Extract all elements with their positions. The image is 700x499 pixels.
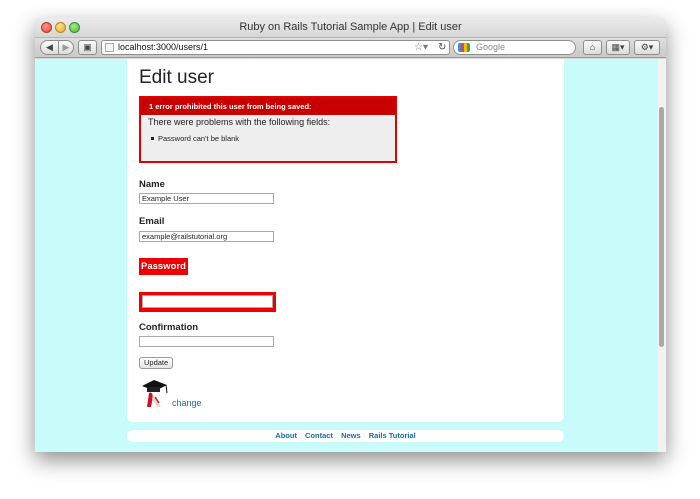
password-field-error-wrapper [139,292,276,312]
forward-arrow-icon: ▶ [62,42,70,52]
forward-button[interactable]: ▶ [58,40,74,55]
error-subheading: There were problems with the following f… [148,117,331,127]
footer: About Contact News Rails Tutorial [127,430,564,442]
plugin-icon: ⚙▾ [640,42,654,52]
url-text: localhost:3000/users/1 [118,42,209,52]
email-field[interactable]: example@railstutorial.org [139,231,274,242]
vertical-scrollbar[interactable] [658,59,666,452]
reader-button[interactable]: ▣ [78,40,97,55]
main-content: Edit user 1 error prohibited this user f… [127,59,564,422]
browser-toolbar: ◀ ▶ ▣ localhost:3000/users/1 ☆▾ ↻ Google… [35,38,666,58]
password-label: Password [139,258,188,275]
search-field[interactable]: Google ⌕ [453,40,589,55]
reload-icon[interactable]: ↻ [438,41,446,54]
page-viewport: Edit user 1 error prohibited this user f… [35,59,666,452]
avatar [142,380,168,407]
back-button[interactable]: ◀ [40,40,59,55]
google-icon [458,43,470,52]
title-bar: Ruby on Rails Tutorial Sample App | Edit… [35,18,666,38]
error-item: Password can't be blank [151,134,395,143]
name-label: Name [139,179,165,190]
error-explanation: 1 error prohibited this user from being … [139,96,397,163]
email-label: Email [139,216,165,227]
bookmarks-icon: ▦▾ [611,42,625,52]
search-placeholder: Google [476,42,506,52]
home-button[interactable]: ⌂ [583,40,602,55]
footer-link-about[interactable]: About [275,431,297,440]
change-avatar-link[interactable]: change [172,398,202,408]
scrollbar-thumb[interactable] [659,107,664,347]
back-arrow-icon: ◀ [46,42,53,52]
update-button[interactable]: Update [139,357,174,369]
name-field[interactable]: Example User [139,193,274,204]
confirmation-label: Confirmation [139,322,199,333]
error-header: 1 error prohibited this user from being … [141,98,395,115]
plugins-button[interactable]: ⚙▾ [634,40,660,55]
password-field[interactable] [142,295,273,308]
reader-icon: ▣ [83,42,92,52]
browser-window: Ruby on Rails Tutorial Sample App | Edit… [35,18,666,452]
footer-link-news[interactable]: News [341,431,361,440]
favicon-icon [105,43,114,52]
window-title: Ruby on Rails Tutorial Sample App | Edit… [239,21,462,33]
footer-link-contact[interactable]: Contact [305,431,333,440]
bookmark-star-icon[interactable]: ☆▾ [414,41,428,54]
confirmation-field[interactable] [139,336,274,347]
footer-link-rails-tutorial[interactable]: Rails Tutorial [369,431,416,440]
page-title: Edit user [139,67,214,88]
home-icon: ⌂ [589,42,596,52]
address-bar[interactable]: localhost:3000/users/1 ☆▾ ↻ [101,40,450,55]
bookmarks-button[interactable]: ▦▾ [606,40,630,55]
